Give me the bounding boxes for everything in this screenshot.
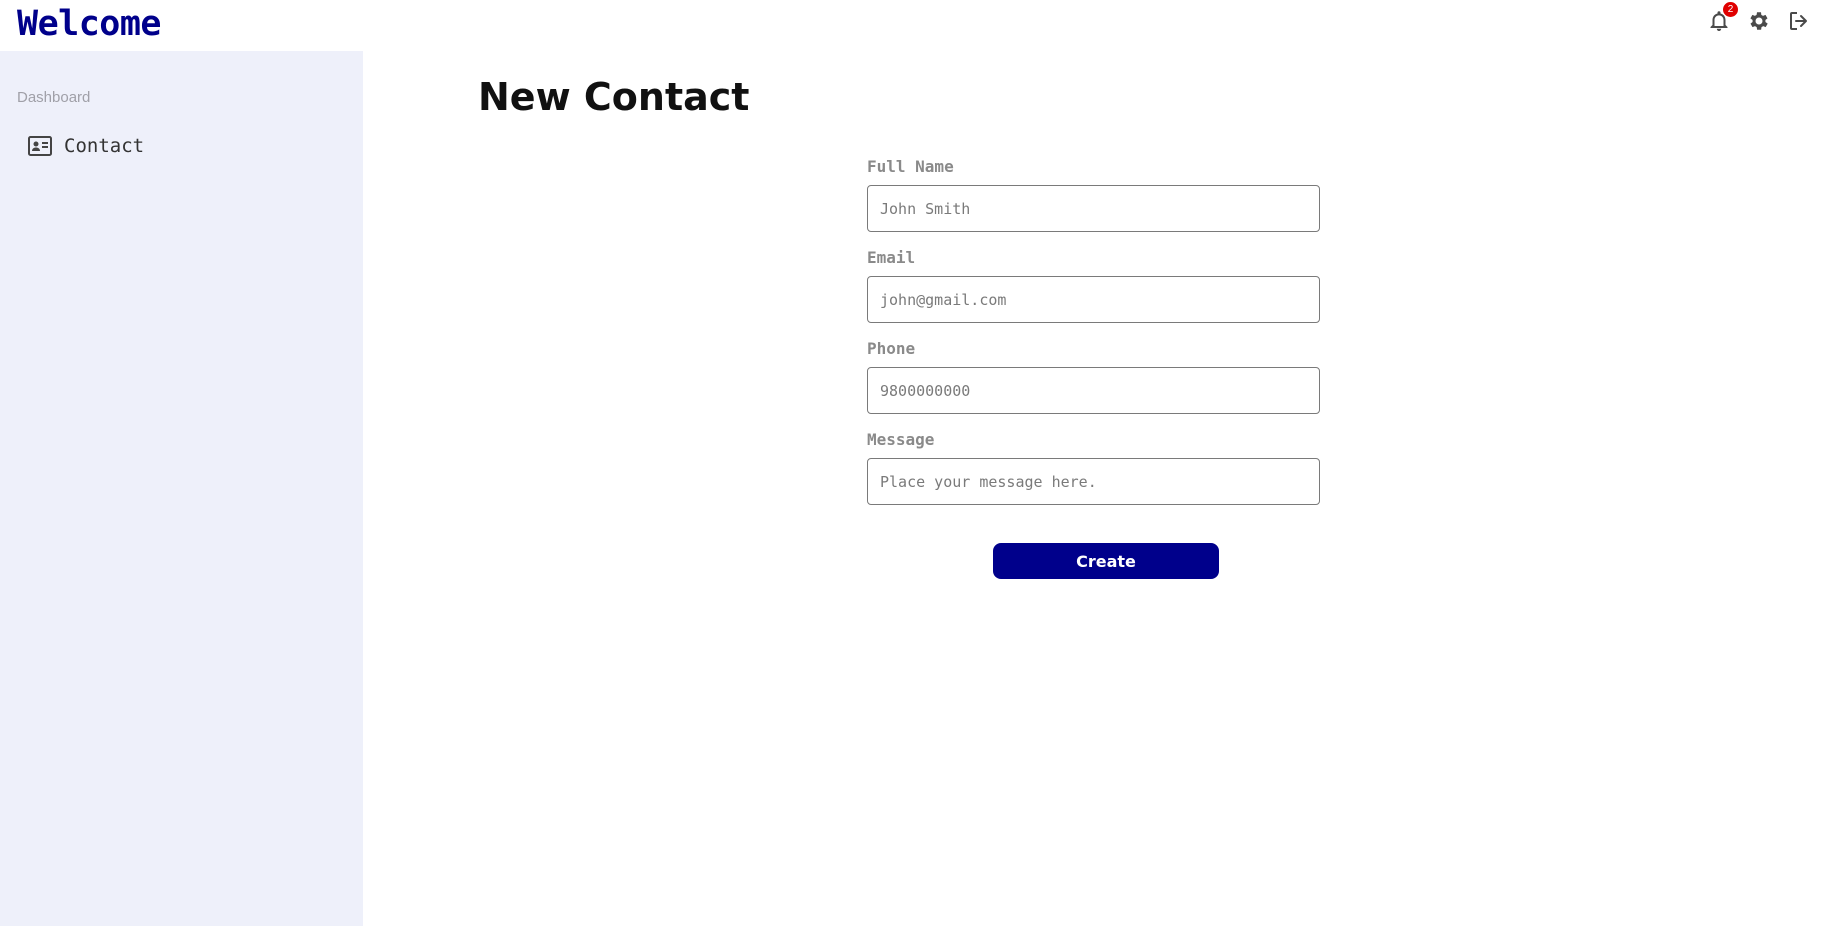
brand-title: Welcome bbox=[17, 4, 162, 44]
notification-badge: 2 bbox=[1723, 2, 1738, 17]
full-name-label: Full Name bbox=[867, 157, 954, 176]
contact-card-icon bbox=[28, 136, 52, 156]
sidebar: Dashboard Contact bbox=[0, 51, 363, 926]
sidebar-item-label: Contact bbox=[64, 135, 145, 157]
logout-icon bbox=[1790, 12, 1807, 30]
settings-button[interactable] bbox=[1746, 8, 1772, 34]
page-title: New Contact bbox=[478, 75, 750, 119]
message-input[interactable] bbox=[867, 458, 1320, 505]
full-name-input[interactable] bbox=[867, 185, 1320, 232]
top-bar: Welcome 2 bbox=[0, 0, 1830, 51]
top-icons: 2 bbox=[1706, 2, 1812, 34]
new-contact-form: Full Name Email Phone Message bbox=[867, 155, 1320, 519]
message-label: Message bbox=[867, 430, 935, 449]
logout-button[interactable] bbox=[1786, 8, 1812, 34]
gear-icon bbox=[1750, 12, 1768, 30]
notifications-button[interactable]: 2 bbox=[1706, 2, 1738, 34]
email-input[interactable] bbox=[867, 276, 1320, 323]
sidebar-item-contact[interactable]: Contact bbox=[28, 135, 144, 157]
email-label: Email bbox=[867, 248, 916, 267]
phone-label: Phone bbox=[867, 339, 916, 358]
create-button[interactable]: Create bbox=[993, 543, 1219, 579]
sidebar-section-label: Dashboard bbox=[17, 89, 91, 106]
phone-input[interactable] bbox=[867, 367, 1320, 414]
